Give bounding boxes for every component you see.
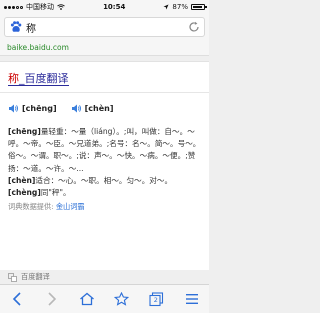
status-bar: 中国移动 10:54 87% <box>0 0 209 14</box>
star-icon <box>114 292 130 306</box>
status-right: 87% <box>163 3 207 11</box>
title-highlight: 称 <box>8 72 19 85</box>
footer-strip: 百度翻译 <box>0 270 209 284</box>
tabs-count: 2 <box>153 296 158 304</box>
signal-icon <box>4 5 23 9</box>
pronunciation-1[interactable]: [chēng] <box>8 103 57 114</box>
pronunciation-2[interactable]: [chèn] <box>71 103 114 114</box>
search-input[interactable]: 称 <box>4 17 205 37</box>
definition-text: 同"秤"。 <box>40 188 71 198</box>
home-icon <box>80 292 94 306</box>
tabs-button[interactable]: 2 <box>146 288 168 310</box>
definition-entry: [chèng]同"秤"。 <box>8 187 204 199</box>
speaker-icon[interactable] <box>8 103 19 114</box>
forward-button[interactable] <box>41 288 63 310</box>
translation-card: 称_百度翻译 [chēng] [chèn] [chēng]量轻重：～量（lián… <box>0 61 209 271</box>
definitions: [chēng]量轻重：～量（liáng）。;叫，叫做：自～。～呼。～帝。～臣。～… <box>8 126 204 213</box>
back-icon <box>13 292 21 306</box>
back-button[interactable] <box>6 288 28 310</box>
menu-button[interactable] <box>181 288 203 310</box>
source-line: 词典数据提供: 金山词霸 <box>8 201 204 213</box>
menu-icon <box>185 294 198 304</box>
divider <box>0 92 209 93</box>
bookmark-button[interactable] <box>111 288 133 310</box>
clock: 10:54 <box>103 3 126 11</box>
pronunciation-row: [chēng] [chèn] <box>8 103 113 114</box>
url-label[interactable]: baike.baidu.com <box>0 40 209 56</box>
title-rest: _百度翻译 <box>19 72 69 85</box>
refresh-icon[interactable] <box>188 21 200 33</box>
location-arrow-icon <box>163 4 169 10</box>
home-button[interactable] <box>76 288 98 310</box>
speaker-icon[interactable] <box>71 103 82 114</box>
paw-icon <box>10 21 22 32</box>
definition-entry: [chēng]量轻重：～量（liáng）。;叫，叫做：自～。～呼。～帝。～臣。～… <box>8 126 204 175</box>
definition-entry: [chèn]适合：～心。～职。相～。匀～。对～。 <box>8 175 204 187</box>
battery-icon <box>190 4 207 10</box>
definition-head: [chēng] <box>8 127 41 136</box>
definition-head: [chèng] <box>8 188 41 198</box>
translate-icon <box>8 272 17 282</box>
carrier-label: 中国移动 <box>26 3 54 11</box>
definition-head: [chèn] <box>8 175 36 185</box>
wifi-icon <box>57 4 65 10</box>
search-bar: 称 <box>0 14 209 40</box>
pronunciation-label: [chèn] <box>84 104 114 113</box>
card-title-link[interactable]: 称_百度翻译 <box>8 72 69 86</box>
browser-toolbar: 2 <box>0 284 209 313</box>
forward-icon <box>48 292 57 306</box>
definition-text: 适合：～心。～职。相～。匀～。对～。 <box>35 175 173 185</box>
search-query: 称 <box>26 23 36 35</box>
pronunciation-label: [chēng] <box>22 104 57 113</box>
source-label: 词典数据提供: <box>8 202 54 212</box>
footer-label: 百度翻译 <box>21 272 50 281</box>
status-left: 中国移动 <box>4 2 65 12</box>
source-link[interactable]: 金山词霸 <box>56 202 85 211</box>
battery-percent: 87% <box>172 3 188 11</box>
